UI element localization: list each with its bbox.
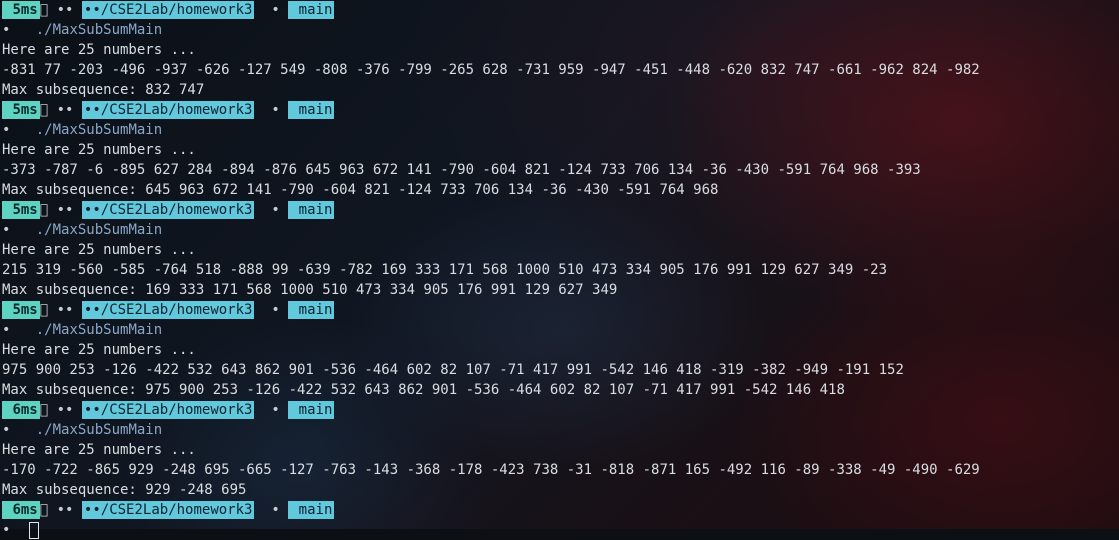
- command-prefix: •: [2, 322, 11, 338]
- prompt-dots: ••: [56, 2, 74, 18]
- cwd-path: ••/CSE2Lab/homework3: [81, 401, 255, 419]
- cwd-path: ••/CSE2Lab/homework3: [81, 201, 255, 219]
- command-line: • ./MaxSubSumMain: [2, 320, 1119, 340]
- output-numbers: -170 -722 -865 929 -248 695 -665 -127 -7…: [2, 462, 980, 478]
- command-prefix: •: [2, 222, 11, 238]
- git-branch-name: main: [288, 501, 335, 519]
- prompt-line: 5ms  •• ••/CSE2Lab/homework3 • main: [2, 100, 1119, 120]
- output-header: Here are 25 numbers ...: [2, 242, 196, 258]
- prompt-separator-icon: : [39, 102, 49, 118]
- prompt-dots: ••: [56, 302, 74, 318]
- git-branch-name: main: [288, 301, 335, 319]
- output-result: Max subsequence: 975 900 253 -126 -422 5…: [2, 382, 845, 398]
- output-header: Here are 25 numbers ...: [2, 142, 196, 158]
- prompt-line: 5ms  •• ••/CSE2Lab/homework3 • main: [2, 300, 1119, 320]
- command-text: ./MaxSubSumMain: [35, 222, 163, 238]
- output-result: Max subsequence: 645 963 672 141 -790 -6…: [2, 182, 719, 198]
- command-line: • ./MaxSubSumMain: [2, 20, 1119, 40]
- command-line: • ./MaxSubSumMain: [2, 220, 1119, 240]
- command-input-line[interactable]: •: [2, 520, 1119, 540]
- git-branch-name: main: [288, 1, 335, 19]
- command-line: • ./MaxSubSumMain: [2, 120, 1119, 140]
- output-header: Here are 25 numbers ...: [2, 342, 196, 358]
- prompt-separator-icon: [254, 200, 271, 220]
- command-prefix: •: [2, 522, 28, 538]
- prompt-line: 5ms  •• ••/CSE2Lab/homework3 • main: [2, 0, 1119, 20]
- prompt-separator-icon: : [39, 202, 49, 218]
- exec-time-badge: 5ms: [2, 201, 40, 219]
- output-result: Max subsequence: 929 -248 695: [2, 482, 247, 498]
- output-numbers: -831 77 -203 -496 -937 -626 -127 549 -80…: [2, 62, 980, 78]
- git-branch-name: main: [288, 401, 335, 419]
- prompt-separator-icon: : [39, 302, 49, 318]
- terminal-output: 5ms  •• ••/CSE2Lab/homework3 • main • .…: [2, 0, 1119, 540]
- output-numbers: 975 900 253 -126 -422 532 643 862 901 -5…: [2, 362, 904, 378]
- command-text: ./MaxSubSumMain: [35, 322, 163, 338]
- prompt-separator-icon: : [39, 502, 49, 518]
- prompt-dots: ••: [56, 502, 74, 518]
- exec-time-badge: 5ms: [2, 301, 40, 319]
- prompt-middot: •: [271, 402, 280, 418]
- output-header: Here are 25 numbers ...: [2, 442, 196, 458]
- git-branch-name: main: [288, 201, 335, 219]
- command-text: ./MaxSubSumMain: [35, 22, 163, 38]
- prompt-middot: •: [271, 102, 280, 118]
- prompt-line: 5ms  •• ••/CSE2Lab/homework3 • main: [2, 200, 1119, 220]
- text-cursor[interactable]: [29, 521, 40, 539]
- cwd-path: ••/CSE2Lab/homework3: [81, 1, 255, 19]
- cwd-path: ••/CSE2Lab/homework3: [81, 301, 255, 319]
- command-line: • ./MaxSubSumMain: [2, 420, 1119, 440]
- prompt-middot: •: [271, 202, 280, 218]
- git-branch-name: main: [288, 101, 335, 119]
- cwd-path: ••/CSE2Lab/homework3: [81, 101, 255, 119]
- prompt-separator-icon: : [39, 2, 49, 18]
- prompt-middot: •: [271, 502, 280, 518]
- exec-time-badge: 5ms: [2, 101, 40, 119]
- prompt-line: 6ms  •• ••/CSE2Lab/homework3 • main: [2, 500, 1119, 520]
- prompt-separator-icon: : [39, 402, 49, 418]
- output-numbers: -373 -787 -6 -895 627 284 -894 -876 645 …: [2, 162, 921, 178]
- command-prefix: •: [2, 122, 11, 138]
- prompt-middot: •: [271, 302, 280, 318]
- command-text: ./MaxSubSumMain: [35, 122, 163, 138]
- prompt-separator-icon: [254, 500, 271, 520]
- prompt-dots: ••: [56, 402, 74, 418]
- prompt-separator-icon: [254, 400, 271, 420]
- output-result: Max subsequence: 832 747: [2, 82, 205, 98]
- command-prefix: •: [2, 22, 11, 38]
- command-prefix: •: [2, 422, 11, 438]
- prompt-middot: •: [271, 2, 280, 18]
- prompt-separator-icon: [254, 0, 271, 20]
- exec-time-badge: 6ms: [2, 401, 40, 419]
- cwd-path: ••/CSE2Lab/homework3: [81, 501, 255, 519]
- prompt-dots: ••: [56, 102, 74, 118]
- command-text: ./MaxSubSumMain: [35, 422, 163, 438]
- prompt-dots: ••: [56, 202, 74, 218]
- output-result: Max subsequence: 169 333 171 568 1000 51…: [2, 282, 618, 298]
- exec-time-badge: 6ms: [2, 501, 40, 519]
- exec-time-badge: 5ms: [2, 1, 40, 19]
- prompt-separator-icon: [254, 300, 271, 320]
- output-numbers: 215 319 -560 -585 -764 518 -888 99 -639 …: [2, 262, 888, 278]
- prompt-line: 6ms  •• ••/CSE2Lab/homework3 • main: [2, 400, 1119, 420]
- output-header: Here are 25 numbers ...: [2, 42, 196, 58]
- prompt-separator-icon: [254, 100, 271, 120]
